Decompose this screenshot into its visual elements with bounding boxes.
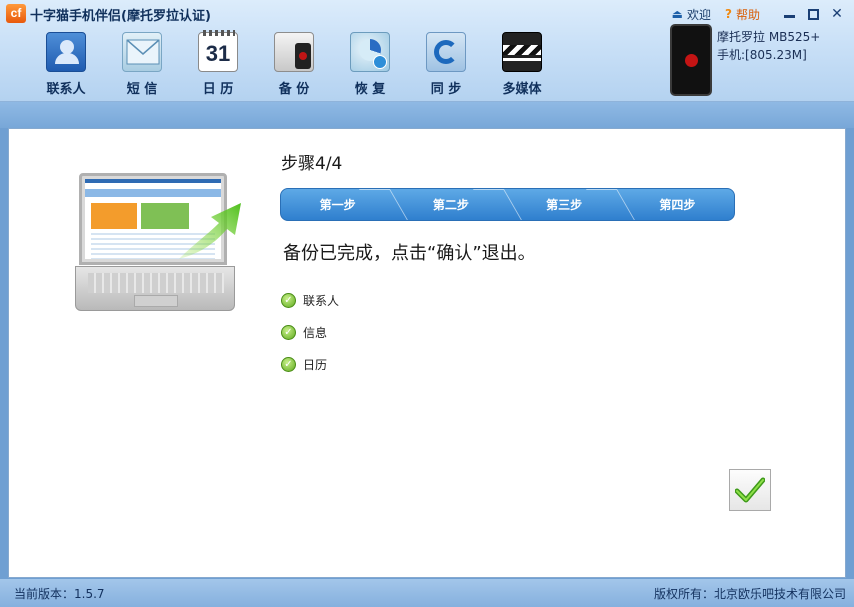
- list-item: ✓ 信息: [281, 316, 339, 348]
- version-text: 当前版本：1.5.7: [14, 587, 105, 601]
- list-item: ✓ 日历: [281, 348, 339, 380]
- minimize-button[interactable]: [780, 5, 798, 23]
- check-icon: ✓: [281, 324, 296, 340]
- multimedia-icon: [502, 32, 542, 72]
- step-3: 第三步: [508, 189, 621, 220]
- toolbar-contacts[interactable]: 联系人: [28, 32, 104, 98]
- home-icon: ⏏: [671, 7, 683, 21]
- close-icon: ✕: [831, 6, 843, 22]
- toolbar-label: 备 份: [278, 82, 310, 97]
- help-label: 帮助: [735, 7, 760, 22]
- calendar-icon: 31: [198, 30, 238, 72]
- close-button[interactable]: ✕: [828, 5, 846, 23]
- status-bar: 当前版本：1.5.7 版权所有：北京欧乐吧技术有限公司: [0, 579, 854, 607]
- phone-model: 摩托罗拉 MB525+: [717, 30, 821, 44]
- maximize-icon: [807, 8, 819, 20]
- title-actions: ⏏ 欢迎 ? 帮助 ✕: [672, 4, 846, 24]
- step-title: 步骤4/4: [281, 154, 343, 174]
- check-icon: ✓: [281, 356, 296, 372]
- welcome-label: 欢迎: [687, 7, 712, 22]
- toolbar-label: 同 步: [430, 82, 462, 97]
- green-arrow-icon: [179, 203, 241, 259]
- toolbar-restore[interactable]: 恢 复: [332, 32, 408, 98]
- connected-phone: 摩托罗拉 MB525+ 手机:[805.23M]: [670, 24, 850, 98]
- window-title: 十字猫手机伴侣(摩托罗拉认证): [30, 9, 211, 24]
- item-label: 联系人: [303, 293, 340, 308]
- app-logo-icon: cf: [6, 4, 26, 23]
- step-1: 第一步: [281, 189, 394, 220]
- main-toolbar: 联系人 短 信 31 日 历 备 份 恢 复 同 步 多媒体: [28, 30, 560, 98]
- title-bar: cf 十字猫手机伴侣(摩托罗拉认证) ⏏ 欢迎 ? 帮助 ✕: [0, 0, 854, 26]
- phone-image: [670, 24, 712, 96]
- completed-list: ✓ 联系人 ✓ 信息 ✓ 日历: [281, 284, 339, 380]
- confirm-button[interactable]: [729, 469, 771, 511]
- help-icon: ?: [725, 7, 732, 21]
- app-header: cf 十字猫手机伴侣(摩托罗拉认证) ⏏ 欢迎 ? 帮助 ✕ 联系人 短 信 3…: [0, 0, 854, 102]
- step-2: 第二步: [394, 189, 507, 220]
- toolbar-label: 联系人: [46, 82, 86, 97]
- toolbar-multimedia[interactable]: 多媒体: [484, 32, 560, 98]
- contacts-icon: [46, 32, 86, 72]
- toolbar-sync[interactable]: 同 步: [408, 32, 484, 98]
- sms-icon: [122, 32, 162, 72]
- help-link[interactable]: ? 帮助: [725, 6, 760, 23]
- toolbar-sms[interactable]: 短 信: [104, 32, 180, 98]
- item-label: 日历: [303, 357, 328, 372]
- maximize-button[interactable]: [804, 5, 822, 23]
- completion-message: 备份已完成，点击“确认”退出。: [283, 243, 536, 264]
- check-icon: ✓: [281, 292, 296, 308]
- toolbar-calendar[interactable]: 31 日 历: [180, 30, 256, 98]
- item-label: 信息: [303, 325, 328, 340]
- laptop-illustration: [75, 173, 245, 315]
- welcome-link[interactable]: ⏏ 欢迎: [672, 6, 711, 23]
- header-divider-bar: [0, 102, 854, 128]
- wizard-steps: 第一步 第二步 第三步 第四步: [280, 188, 735, 221]
- toolbar-label: 恢 复: [354, 82, 386, 97]
- wizard-panel: 步骤4/4 第一步 第二步 第三步 第四步 备份已完成，点击“确认”退出。 ✓ …: [8, 128, 846, 578]
- sync-icon: [426, 32, 466, 72]
- restore-icon: [350, 32, 390, 72]
- checkmark-icon: [735, 477, 765, 503]
- phone-storage: 手机:[805.23M]: [717, 48, 807, 62]
- step-4: 第四步: [659, 198, 696, 212]
- minimize-icon: [783, 14, 795, 18]
- toolbar-backup[interactable]: 备 份: [256, 32, 332, 98]
- toolbar-label: 多媒体: [502, 82, 542, 97]
- copyright-text: 版权所有：北京欧乐吧技术有限公司: [653, 587, 846, 601]
- list-item: ✓ 联系人: [281, 284, 339, 316]
- toolbar-label: 日 历: [202, 82, 234, 97]
- backup-icon: [274, 32, 314, 72]
- toolbar-label: 短 信: [126, 82, 158, 97]
- motorola-logo-icon: [684, 53, 698, 67]
